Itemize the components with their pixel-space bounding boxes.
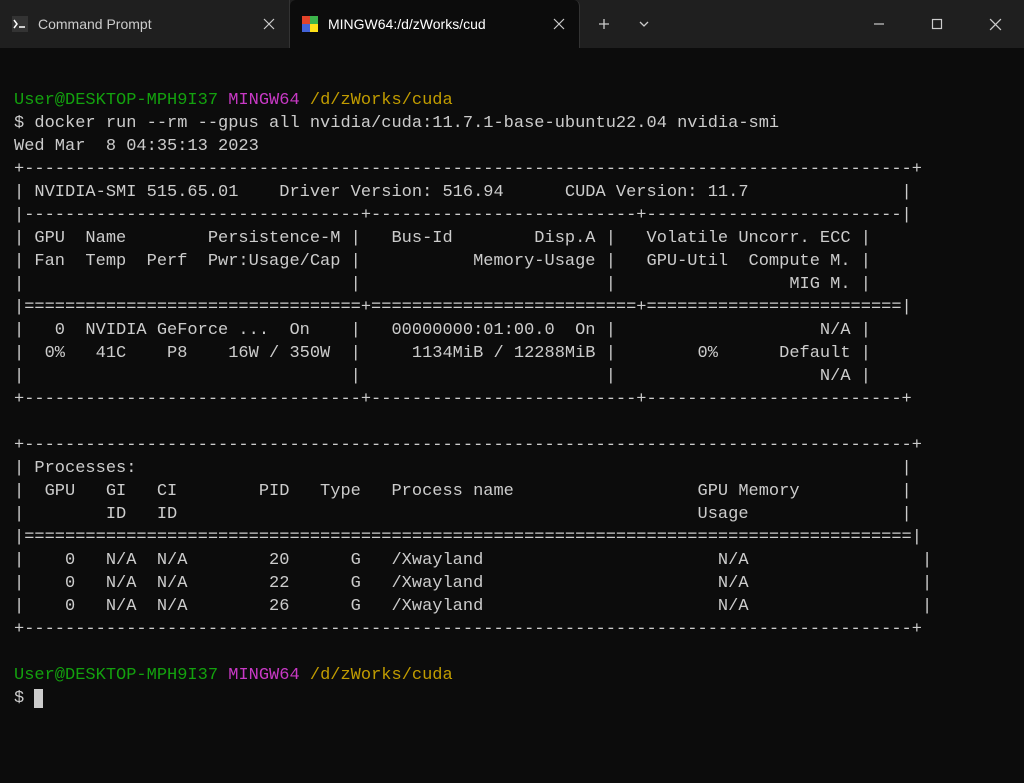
output-timestamp: Wed Mar 8 04:35:13 2023 xyxy=(14,137,259,156)
tab-label: MINGW64:/d/zWorks/cud xyxy=(328,16,541,32)
maximize-button[interactable] xyxy=(908,0,966,48)
tab-strip: Command Prompt MINGW64:/d/zWorks/cud xyxy=(0,0,850,48)
prompt-sys: MINGW64 xyxy=(228,91,299,110)
terminal-content: User@DESKTOP-MPH9I37 MINGW64 /d/zWorks/c… xyxy=(14,66,1010,710)
minimize-button[interactable] xyxy=(850,0,908,48)
prompt-user: User@DESKTOP-MPH9I37 xyxy=(14,666,218,685)
prompt-dollar: $ xyxy=(14,689,34,708)
cmd-icon xyxy=(12,16,28,32)
tab-dropdown-button[interactable] xyxy=(624,0,664,48)
command-line: $ docker run --rm --gpus all nvidia/cuda… xyxy=(14,114,779,133)
close-button[interactable] xyxy=(966,0,1024,48)
prompt-user: User@DESKTOP-MPH9I37 xyxy=(14,91,218,110)
tab-close-button[interactable] xyxy=(551,16,567,32)
terminal-output[interactable]: User@DESKTOP-MPH9I37 MINGW64 /d/zWorks/c… xyxy=(0,48,1024,783)
new-tab-button[interactable] xyxy=(584,0,624,48)
tab-label: Command Prompt xyxy=(38,16,251,32)
cursor xyxy=(34,689,43,708)
prompt-path: /d/zWorks/cuda xyxy=(310,91,453,110)
title-bar: Command Prompt MINGW64:/d/zWorks/cud xyxy=(0,0,1024,48)
prompt-sys: MINGW64 xyxy=(228,666,299,685)
tab-command-prompt[interactable]: Command Prompt xyxy=(0,0,290,48)
tab-close-button[interactable] xyxy=(261,16,277,32)
window-controls xyxy=(850,0,1024,48)
mingw-icon xyxy=(302,16,318,32)
prompt-path: /d/zWorks/cuda xyxy=(310,666,453,685)
nvidia-smi-output: +---------------------------------------… xyxy=(14,160,932,639)
tab-mingw[interactable]: MINGW64:/d/zWorks/cud xyxy=(290,0,580,48)
